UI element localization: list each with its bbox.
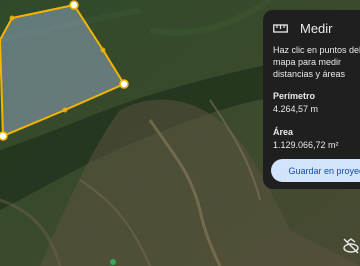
measure-hint: Haz clic en puntos del mapa para medir d… (273, 45, 360, 79)
midpoint-handle[interactable] (100, 47, 106, 53)
map-marker[interactable] (110, 259, 116, 265)
area-label: Área (273, 127, 294, 137)
midpoint-handle[interactable] (62, 107, 68, 113)
tilt-off-icon[interactable] (341, 236, 360, 256)
perimeter-label: Perímetro (273, 91, 316, 101)
save-to-project-button[interactable]: Guardar en proyecto (271, 159, 360, 182)
vertex-handle[interactable] (119, 79, 129, 89)
area-value: 1.129.066,72 m² (273, 140, 339, 150)
midpoint-handle[interactable] (9, 15, 15, 21)
panel-title: Medir (300, 21, 333, 36)
perimeter-value: 4.264,57 m (273, 104, 319, 114)
vertex-handle[interactable] (0, 131, 8, 141)
vertex-handle[interactable] (69, 0, 79, 10)
save-button-label: Guardar en proyecto (288, 165, 360, 176)
panel-header: Medir (273, 21, 333, 36)
ruler-icon (273, 24, 288, 33)
measure-panel: Medir Haz clic en puntos del mapa para m… (263, 10, 360, 189)
